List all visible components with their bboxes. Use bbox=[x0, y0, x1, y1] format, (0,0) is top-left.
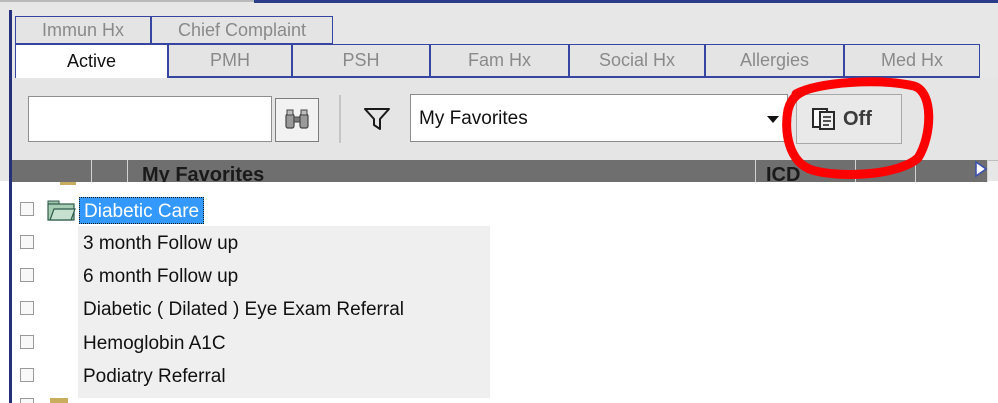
checkbox-item-4[interactable] bbox=[20, 335, 34, 349]
search-input[interactable] bbox=[28, 96, 272, 142]
filter-icon[interactable] bbox=[363, 106, 391, 132]
folder-icon-partial bbox=[60, 182, 76, 185]
tab-fam-hx[interactable]: Fam Hx bbox=[430, 44, 569, 77]
favorites-dropdown-value: My Favorites bbox=[419, 108, 528, 129]
tab-med-hx[interactable]: Med Hx bbox=[844, 44, 980, 77]
checkbox-item-5[interactable] bbox=[20, 368, 34, 382]
list-item[interactable]: Hemoglobin A1C bbox=[83, 333, 226, 355]
header-label-favorites: My Favorites bbox=[142, 164, 265, 182]
toolbar-separator bbox=[339, 95, 341, 143]
checkbox-item-3[interactable] bbox=[20, 301, 34, 315]
header-cell-icon bbox=[92, 160, 128, 182]
tab-immun-hx[interactable]: Immun Hx bbox=[15, 16, 151, 44]
header-cell-checkbox bbox=[12, 160, 92, 182]
folder-open-icon bbox=[47, 200, 76, 221]
favorites-dropdown[interactable]: My Favorites bbox=[410, 94, 788, 142]
search-button[interactable] bbox=[275, 98, 319, 142]
list-item[interactable]: 6 month Follow up bbox=[83, 266, 238, 288]
list-item[interactable]: Podiatry Referral bbox=[83, 366, 226, 388]
checkbox-item-2[interactable] bbox=[20, 268, 34, 282]
binoculars-icon bbox=[285, 109, 309, 129]
off-toggle-label: Off bbox=[843, 107, 872, 130]
tab-active[interactable]: Active bbox=[15, 44, 168, 78]
checkbox-diabetic-care[interactable] bbox=[20, 202, 34, 216]
window-top-edge bbox=[0, 0, 254, 2]
header-label-code: ICD bbox=[766, 164, 801, 182]
tab-psh[interactable]: PSH bbox=[292, 44, 430, 77]
tab-pmh[interactable]: PMH bbox=[168, 44, 292, 77]
tab-chief-complaint[interactable]: Chief Complaint bbox=[151, 16, 333, 44]
scroll-right-icon[interactable] bbox=[974, 158, 988, 180]
document-toggle-icon bbox=[812, 108, 835, 130]
checkbox-partial[interactable] bbox=[20, 398, 34, 403]
folder-label-diabetic-care[interactable]: Diabetic Care bbox=[79, 197, 205, 224]
checkbox-item-1[interactable] bbox=[20, 235, 34, 249]
window-top-edge-accent bbox=[254, 0, 998, 3]
off-toggle-button[interactable]: Off bbox=[796, 94, 902, 144]
grid-header: My Favorites ICD bbox=[12, 160, 988, 182]
tab-allergies[interactable]: Allergies bbox=[705, 44, 844, 77]
header-cell-extra bbox=[856, 160, 916, 182]
list-item[interactable]: 3 month Follow up bbox=[83, 233, 238, 255]
chevron-down-icon bbox=[767, 116, 779, 123]
list-item[interactable]: Diabetic ( Dilated ) Eye Exam Referral bbox=[83, 299, 404, 321]
folder-icon-partial-bottom bbox=[50, 398, 68, 403]
tab-social-hx[interactable]: Social Hx bbox=[569, 44, 705, 77]
